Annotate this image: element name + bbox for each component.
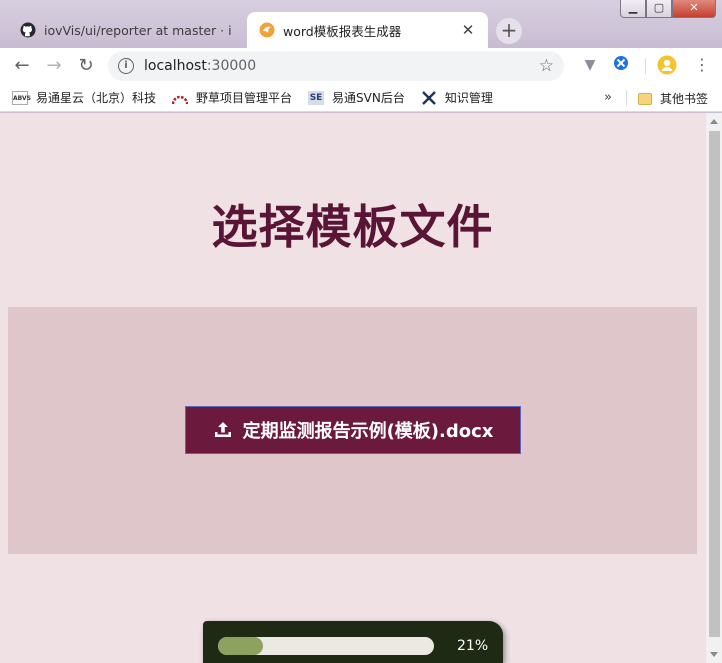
bookmark-label: 易通SVN后台 [332,91,405,105]
vertical-scrollbar[interactable] [705,113,722,663]
tab-github-reporter[interactable]: iovVis/ui/reporter at master · i [8,12,248,48]
progress-fill [218,637,264,655]
upload-button-label: 定期监测报告示例(模板).docx [242,421,494,442]
scroll-down-arrow-icon[interactable] [710,652,718,657]
abvs-icon: ABVS [12,90,31,105]
app-favicon-icon [259,22,275,38]
bookmarks-bar: ABVS 易通星云（北京）科技 野草项目管理平台 SE 易通SVN后台 知识管理… [0,84,722,112]
forward-arrow-icon[interactable]: → [42,54,66,78]
scroll-thumb[interactable] [709,131,720,637]
back-arrow-icon[interactable]: ← [10,54,34,78]
bookmark-star-icon[interactable]: ☆ [539,56,554,76]
bookmark-label: 易通星云（北京）科技 [36,91,157,105]
bookmarks-overflow-icon[interactable]: » [604,90,612,105]
bookmark-item[interactable]: 野草项目管理平台 [172,89,292,106]
bookmark-item[interactable]: 知识管理 [421,89,493,106]
url-port: :30000 [206,58,257,74]
bookmark-label: 野草项目管理平台 [196,91,293,105]
address-bar[interactable]: i localhost:30000 ☆ [108,51,564,81]
bookmark-item[interactable]: SE 易通SVN后台 [308,89,405,106]
svn-icon: SE [308,90,325,105]
github-icon [20,22,36,38]
maximize-button[interactable]: ▢ [646,0,672,18]
minimize-button[interactable]: ▁ [620,0,646,18]
new-tab-button[interactable]: + [496,18,522,44]
toolbar-divider [645,58,646,74]
browser-toolbar: ← → ↻ i localhost:30000 ☆ ▼ ⋮ [0,48,722,84]
folder-icon [638,92,652,105]
close-tab-icon[interactable]: ✕ [460,22,476,38]
upload-template-button[interactable]: 定期监测报告示例(模板).docx [185,406,521,454]
extension-icon[interactable] [611,55,631,75]
info-icon[interactable]: i [118,58,134,74]
tab-title: iovVis/ui/reporter at master · i [44,22,232,38]
tab-strip: iovVis/ui/reporter at master · i word模板报… [0,0,722,48]
progress-percent: 21% [457,638,489,654]
scroll-up-arrow-icon[interactable] [710,119,718,124]
bookmarks-divider [626,90,627,106]
url-host: localhost [144,58,207,74]
knowledge-icon [421,90,436,105]
other-bookmarks-label: 其他书签 [660,92,709,106]
page-viewport: 选择模板文件 定期监测报告示例(模板).docx 21% [0,113,722,663]
page-title: 选择模板文件 [211,200,494,254]
upload-progress: 21% [203,621,503,663]
other-bookmarks[interactable]: 其他书签 [638,90,708,107]
tab-word-reporter[interactable]: word模板报表生成器 ✕ [247,12,488,48]
vue-devtools-icon[interactable]: ▼ [580,55,600,75]
bookmark-item[interactable]: ABVS 易通星云（北京）科技 [12,89,156,106]
redmine-icon [172,95,189,104]
window-controls: ▁ ▢ ✕ [620,0,716,18]
progress-track [218,637,434,655]
bookmark-label: 知识管理 [444,91,493,105]
close-window-button[interactable]: ✕ [672,0,716,18]
upload-dropzone[interactable]: 定期监测报告示例(模板).docx [8,307,697,554]
menu-kebab-icon[interactable]: ⋮ [692,55,712,75]
reload-icon[interactable]: ↻ [74,54,98,78]
profile-avatar-icon[interactable] [657,55,677,75]
upload-icon [214,422,231,437]
tab-title: word模板报表生成器 [283,23,402,39]
